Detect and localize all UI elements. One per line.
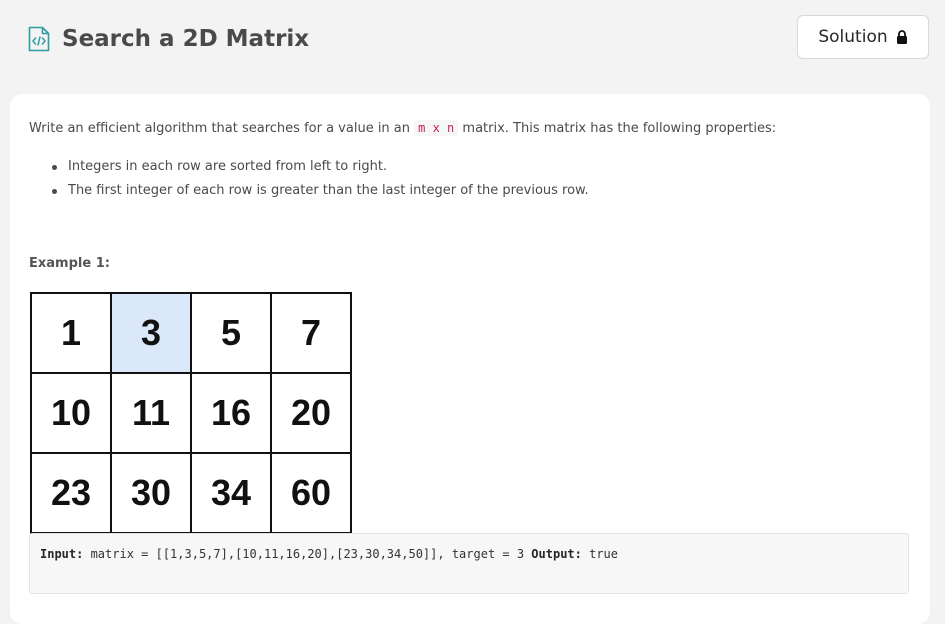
matrix-cell: 60: [272, 454, 352, 534]
code-file-icon: [28, 26, 50, 52]
solution-button-label: Solution: [818, 27, 888, 47]
problem-description-card: Write an efficient algorithm that search…: [10, 94, 930, 624]
matrix-cell: 20: [272, 374, 352, 454]
matrix-cell: 34: [192, 454, 272, 534]
matrix-cell: 1: [32, 294, 112, 374]
matrix-cell: 7: [272, 294, 352, 374]
matrix-cell: 10: [32, 374, 112, 454]
list-item: The first integer of each row is greater…: [50, 179, 589, 203]
statement-text-after: matrix. This matrix has the following pr…: [458, 121, 777, 136]
properties-list: Integers in each row are sorted from lef…: [50, 155, 589, 203]
matrix-grid: 1 3 5 7 10 11 16 20 23 30 34 60: [30, 292, 352, 534]
solution-button[interactable]: Solution: [797, 15, 929, 59]
input-value: matrix = [[1,3,5,7],[10,11,16,20],[23,30…: [83, 547, 525, 561]
matrix-cell: 5: [192, 294, 272, 374]
matrix-cell: 11: [112, 374, 192, 454]
output-value: true: [581, 547, 618, 561]
matrix-cell: 3: [112, 294, 192, 374]
lock-icon: [896, 30, 908, 44]
matrix-cell: 30: [112, 454, 192, 534]
problem-header: Search a 2D Matrix Solution: [0, 0, 945, 80]
example-matrix-image: 1 3 5 7 10 11 16 20 23 30 34 60: [30, 292, 352, 534]
matrix-cell: 16: [192, 374, 272, 454]
inline-code-dimensions: m x n: [414, 120, 459, 136]
example-io-block: Input: matrix = [[1,3,5,7],[10,11,16,20]…: [29, 533, 909, 594]
statement-text-before: Write an efficient algorithm that search…: [29, 121, 415, 136]
output-label: Output:: [531, 547, 582, 561]
input-label: Input:: [40, 547, 84, 561]
page-title: Search a 2D Matrix: [62, 26, 310, 52]
list-item: Integers in each row are sorted from lef…: [50, 155, 589, 179]
matrix-cell: 23: [32, 454, 112, 534]
example-heading: Example 1:: [29, 256, 110, 271]
problem-statement: Write an efficient algorithm that search…: [29, 118, 776, 139]
